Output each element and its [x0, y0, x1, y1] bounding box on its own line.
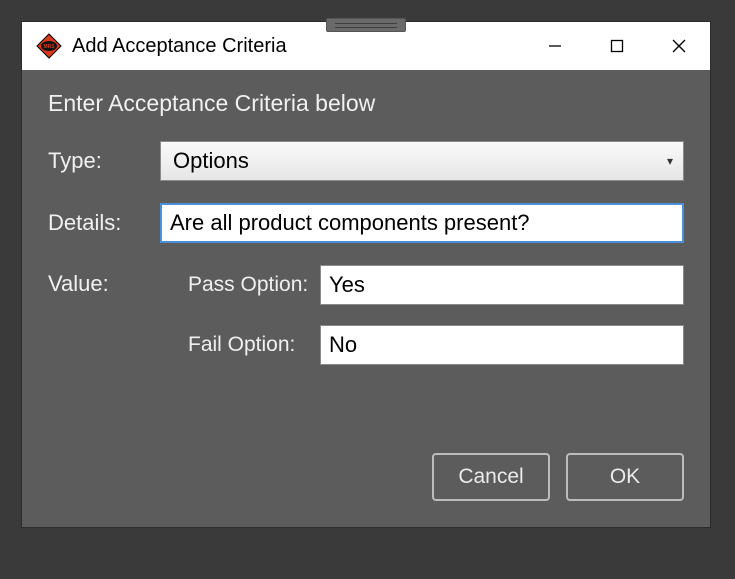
close-button[interactable] [648, 22, 710, 70]
value-block: Value: Pass Option: Fail Option: [48, 265, 684, 385]
value-label: Value: [48, 265, 160, 385]
details-input[interactable] [160, 203, 684, 243]
dialog-window: MRS Add Acceptance Criteria Enter Accept… [22, 22, 710, 527]
type-dropdown-value: Options [173, 148, 249, 174]
window-controls [524, 22, 710, 70]
fail-option-input[interactable] [320, 325, 684, 365]
ok-button[interactable]: OK [566, 453, 684, 501]
cancel-button[interactable]: Cancel [432, 453, 550, 501]
dialog-content: Enter Acceptance Criteria below Type: Op… [22, 70, 710, 385]
dialog-buttons: Cancel OK [432, 453, 684, 501]
pass-label: Pass Option: [160, 273, 320, 297]
pass-option-input[interactable] [320, 265, 684, 305]
type-dropdown[interactable]: Options ▾ [160, 141, 684, 181]
svg-text:MRS: MRS [43, 44, 55, 50]
mrs-diamond-icon: MRS [36, 33, 62, 59]
type-label: Type: [48, 148, 160, 174]
fail-row: Fail Option: [160, 325, 684, 365]
details-row: Details: [48, 203, 684, 243]
form-heading: Enter Acceptance Criteria below [48, 90, 684, 117]
pass-row: Pass Option: [160, 265, 684, 305]
chevron-down-icon: ▾ [667, 154, 673, 168]
details-label: Details: [48, 210, 160, 236]
type-row: Type: Options ▾ [48, 141, 684, 181]
maximize-button[interactable] [586, 22, 648, 70]
fail-label: Fail Option: [160, 333, 320, 357]
titlebar[interactable]: MRS Add Acceptance Criteria [22, 22, 710, 70]
minimize-button[interactable] [524, 22, 586, 70]
titlebar-grip[interactable] [326, 18, 406, 32]
window-title: Add Acceptance Criteria [72, 35, 287, 58]
